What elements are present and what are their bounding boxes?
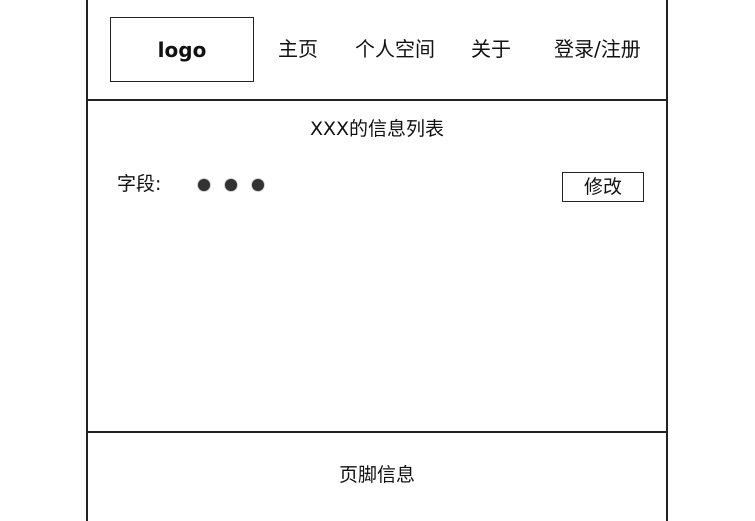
ellipsis-dot [198, 179, 210, 191]
nav-personal-space-link[interactable]: 个人空间 [355, 37, 435, 61]
footer: 页脚信息 [88, 433, 666, 521]
nav-login-register-link[interactable]: 登录/注册 [554, 37, 641, 61]
footer-text: 页脚信息 [338, 464, 415, 486]
ellipsis-dot [252, 179, 264, 191]
nav-home-link[interactable]: 主页 [278, 37, 318, 61]
ellipsis-dot [225, 179, 237, 191]
field-label: 字段: [117, 173, 162, 195]
logo[interactable]: logo [110, 17, 254, 82]
page-frame: logo 主页 个人空间 关于 登录/注册 XXX的信息列表 字段: 修改 页脚… [86, 0, 668, 521]
header: logo 主页 个人空间 关于 登录/注册 [88, 0, 666, 101]
nav-about-link[interactable]: 关于 [471, 37, 511, 61]
list-title: XXX的信息列表 [309, 118, 445, 140]
field-value-ellipsis [198, 179, 264, 191]
info-list-section: XXX的信息列表 字段: 修改 [88, 99, 666, 433]
edit-button[interactable]: 修改 [562, 172, 644, 202]
